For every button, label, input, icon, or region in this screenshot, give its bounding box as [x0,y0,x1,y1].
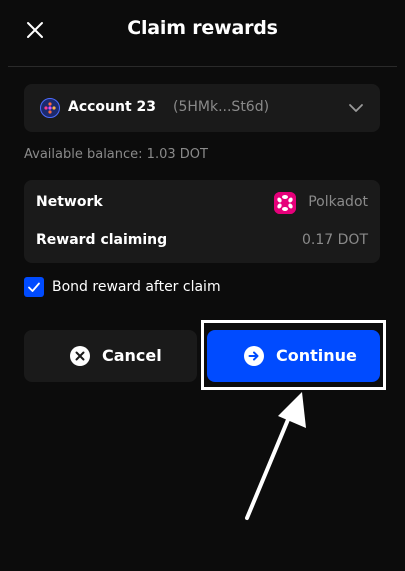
bond-reward-label[interactable]: Bond reward after claim [52,279,221,295]
x-circle-icon [69,345,91,367]
reward-row: Reward claiming 0.17 DOT [36,230,368,252]
account-address: (5HMk...St6d) [173,99,270,115]
account-name: Account 23 [68,99,157,115]
account-selector[interactable]: Account 23 (5HMk...St6d) [24,84,380,132]
available-balance: Available balance: 1.03 DOT [24,147,208,162]
header: Claim rewards [0,0,405,64]
bond-reward-checkbox[interactable] [24,277,44,297]
continue-button[interactable]: Continue [207,330,380,382]
reward-label: Reward claiming [36,232,168,248]
continue-label: Continue [276,346,357,365]
cancel-button[interactable]: Cancel [24,330,197,382]
arrow-right-circle-icon [243,345,265,367]
chevron-down-icon[interactable] [348,101,364,115]
cancel-label: Cancel [102,346,162,365]
header-divider [8,66,397,67]
page-title: Claim rewards [127,17,278,39]
polkadot-logo-icon [274,192,296,214]
claim-details-card: Network Polkadot Reward claiming 0.17 DO… [24,180,380,263]
account-avatar-icon [40,98,60,118]
network-label: Network [36,194,103,210]
network-value: Polkadot [308,194,368,210]
reward-value: 0.17 DOT [302,232,368,248]
network-row: Network Polkadot [36,192,368,214]
